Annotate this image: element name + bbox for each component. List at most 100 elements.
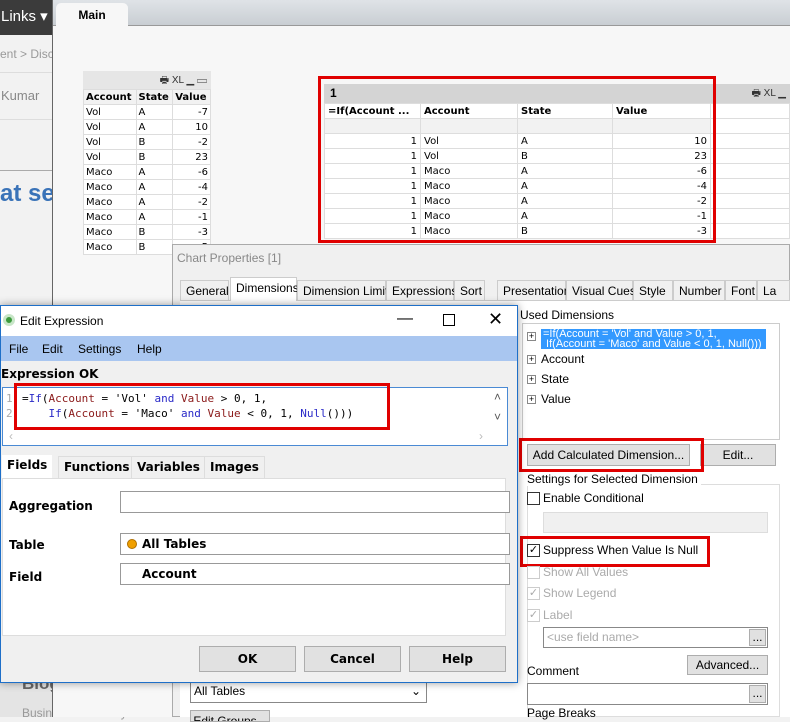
table-cell[interactable]: 10 bbox=[172, 119, 211, 135]
advanced-button[interactable]: Advanced... bbox=[687, 655, 768, 675]
table-select[interactable]: All Tables bbox=[120, 533, 510, 555]
table-row[interactable]: 1 Maco B -3 bbox=[324, 223, 790, 239]
table-cell[interactable]: B bbox=[135, 224, 174, 240]
table-cell[interactable]: 1 bbox=[324, 193, 421, 209]
table-row[interactable]: Maco A -6 bbox=[83, 164, 211, 180]
table-cell[interactable]: Vol bbox=[83, 119, 137, 135]
table-row[interactable]: Maco B -3 bbox=[83, 224, 211, 240]
table-cell[interactable]: -4 bbox=[612, 178, 711, 194]
table-cell[interactable]: Maco bbox=[83, 209, 137, 225]
field-select[interactable]: Account bbox=[120, 563, 510, 585]
expand-icon[interactable]: + bbox=[527, 395, 536, 405]
table-cell[interactable]: -2 bbox=[172, 134, 211, 150]
table-row[interactable]: 1 Maco A -1 bbox=[324, 208, 790, 224]
table-cell[interactable]: 1 bbox=[324, 223, 421, 239]
help-button[interactable]: Help bbox=[409, 646, 506, 672]
table-row[interactable]: Maco A -2 bbox=[83, 194, 211, 210]
table-cell[interactable]: -6 bbox=[172, 164, 211, 180]
list-item[interactable]: + =If(Account = 'Vol' and Value > 0, 1, I… bbox=[527, 329, 766, 349]
table-cell[interactable]: 1 bbox=[324, 208, 421, 224]
col-header[interactable]: =If(Account ... bbox=[324, 103, 421, 119]
comment-ellipsis-button[interactable]: ... bbox=[749, 685, 766, 703]
table-cell[interactable]: -7 bbox=[172, 104, 211, 120]
table-cell[interactable]: 1 bbox=[324, 148, 421, 164]
table-cell[interactable]: B bbox=[517, 223, 613, 239]
table-row[interactable]: Vol B -2 bbox=[83, 134, 211, 150]
conditional-input[interactable] bbox=[543, 512, 768, 533]
table-cell[interactable]: 23 bbox=[172, 149, 211, 165]
enable-conditional-checkbox[interactable]: Enable Conditional bbox=[527, 491, 644, 506]
minimize-icon[interactable]: — bbox=[397, 310, 413, 328]
tab-dimension-limits[interactable]: Dimension Limits bbox=[297, 280, 394, 300]
expand-icon[interactable]: + bbox=[527, 375, 536, 385]
expand-icon[interactable]: + bbox=[527, 355, 536, 365]
menu-help[interactable]: Help bbox=[137, 342, 162, 356]
table-cell[interactable]: 23 bbox=[612, 148, 711, 164]
tab-images[interactable]: Images bbox=[204, 456, 265, 478]
tab-sort[interactable]: Sort bbox=[454, 280, 485, 300]
table-cell[interactable]: A bbox=[517, 178, 613, 194]
col-header[interactable]: Value bbox=[172, 89, 211, 105]
tab-style[interactable]: Style bbox=[633, 280, 673, 300]
table-cell[interactable]: Vol bbox=[83, 149, 137, 165]
table-cell[interactable]: 1 bbox=[324, 133, 421, 149]
table-row[interactable]: Vol A 10 bbox=[83, 119, 211, 135]
tab-font[interactable]: Font bbox=[725, 280, 757, 300]
table-cell[interactable]: A bbox=[135, 104, 174, 120]
col-header[interactable]: State bbox=[135, 89, 174, 105]
user-name[interactable]: Kumar bbox=[1, 88, 53, 103]
table-cell[interactable]: -4 bbox=[172, 179, 211, 195]
table-cell[interactable]: Maco bbox=[420, 223, 518, 239]
menu-edit[interactable]: Edit bbox=[42, 342, 63, 356]
table-cell[interactable]: Vol bbox=[420, 133, 518, 149]
table-cell[interactable]: -6 bbox=[612, 163, 711, 179]
table-row[interactable]: 1 Maco A -6 bbox=[324, 163, 790, 179]
cancel-button[interactable]: Cancel bbox=[304, 646, 401, 672]
table-cell[interactable]: Maco bbox=[420, 178, 518, 194]
table-row[interactable]: Maco A -4 bbox=[83, 179, 211, 195]
col-header[interactable]: Value bbox=[612, 103, 711, 119]
list-item[interactable]: + State bbox=[527, 372, 569, 386]
tab-visual-cues[interactable]: Visual Cues bbox=[566, 280, 636, 300]
menu-settings[interactable]: Settings bbox=[78, 342, 121, 356]
table-cell[interactable]: B bbox=[135, 134, 174, 150]
table-cell[interactable]: Vol bbox=[83, 104, 137, 120]
ok-button[interactable]: OK bbox=[199, 646, 296, 672]
scroll-right-icon[interactable]: › bbox=[479, 429, 483, 443]
table-cell[interactable]: -2 bbox=[172, 194, 211, 210]
table-cell[interactable]: -1 bbox=[612, 208, 711, 224]
close-icon[interactable]: ✕ bbox=[488, 309, 503, 330]
table-cell[interactable]: A bbox=[135, 194, 174, 210]
table-cell[interactable]: Maco bbox=[420, 208, 518, 224]
tab-fields[interactable]: Fields bbox=[2, 455, 53, 479]
list-item[interactable]: + Value bbox=[527, 392, 571, 406]
show-legend-checkbox[interactable]: ✓ Show Legend bbox=[527, 586, 616, 601]
col-header[interactable]: Account bbox=[420, 103, 518, 119]
expression-editor[interactable]: 1 2 =If(Account = 'Vol' and Value > 0, 1… bbox=[2, 387, 508, 446]
table-cell[interactable]: -3 bbox=[612, 223, 711, 239]
table-cell[interactable]: A bbox=[135, 209, 174, 225]
show-all-values-checkbox[interactable]: Show All Values bbox=[527, 565, 628, 580]
table-cell[interactable]: Maco bbox=[83, 194, 137, 210]
table-cell[interactable]: A bbox=[517, 208, 613, 224]
table-row[interactable]: Vol A -7 bbox=[83, 104, 211, 120]
table-cell[interactable]: 1 bbox=[324, 163, 421, 179]
tab-la[interactable]: La bbox=[757, 280, 790, 300]
suppress-null-checkbox[interactable]: ✓ Suppress When Value Is Null bbox=[527, 543, 698, 558]
label-ellipsis-button[interactable]: ... bbox=[749, 629, 766, 646]
table-row[interactable]: 1 Vol B 23 bbox=[324, 148, 790, 164]
table-cell[interactable]: A bbox=[517, 163, 613, 179]
table-cell[interactable]: A bbox=[135, 164, 174, 180]
table-row[interactable]: Vol B 23 bbox=[83, 149, 211, 165]
edit-dimension-button[interactable]: Edit... bbox=[700, 444, 776, 466]
col-header[interactable]: Account bbox=[83, 89, 137, 105]
scroll-left-icon[interactable]: ‹ bbox=[9, 429, 13, 443]
table-cell[interactable]: 10 bbox=[612, 133, 711, 149]
table-cell[interactable]: Maco bbox=[83, 164, 137, 180]
table-cell[interactable]: A bbox=[517, 193, 613, 209]
table-cell[interactable]: B bbox=[135, 149, 174, 165]
table-cell[interactable]: -3 bbox=[172, 224, 211, 240]
tab-expressions[interactable]: Expressions bbox=[386, 280, 457, 300]
table-cell[interactable]: A bbox=[135, 179, 174, 195]
table-row[interactable]: Maco A -1 bbox=[83, 209, 211, 225]
